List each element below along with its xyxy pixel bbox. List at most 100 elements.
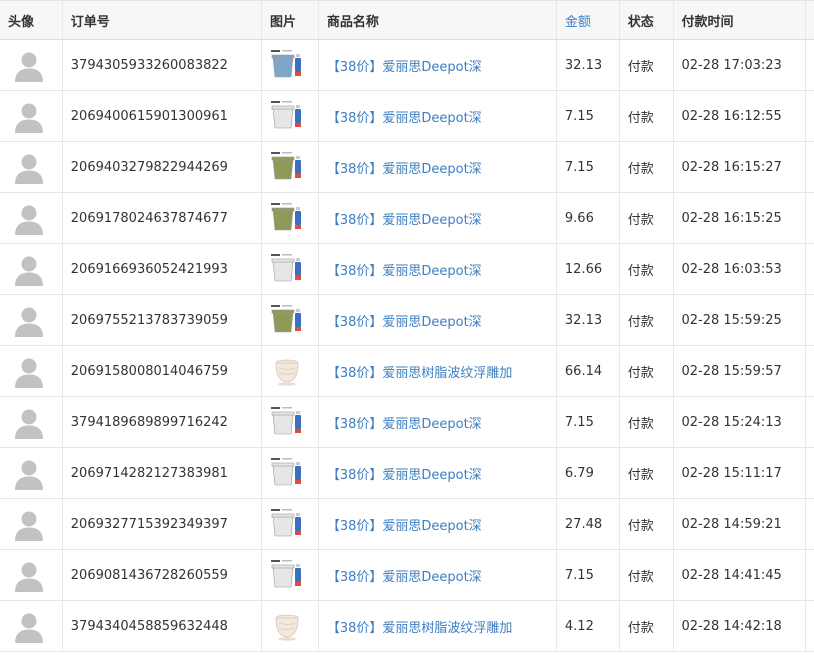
row-spacer [805, 346, 814, 396]
product-thumbnail[interactable] [270, 150, 305, 184]
product-thumbnail[interactable] [270, 405, 305, 439]
avatar [12, 558, 46, 592]
table-header: 头像 订单号 图片 商品名称 金额 状态 付款时间 [0, 0, 814, 40]
product-thumbnail[interactable] [270, 252, 305, 286]
product-thumbnail-icon[interactable] [270, 456, 305, 490]
amount: 7.15 [555, 91, 619, 141]
product-thumbnail-cell[interactable] [261, 142, 318, 192]
row-spacer [805, 295, 814, 345]
product-thumbnail-icon[interactable] [270, 99, 305, 133]
product-link[interactable]: 【38价】爱丽思树脂波纹浮雕加 [327, 362, 513, 381]
order-id[interactable]: 2069158008014046759 [61, 346, 261, 396]
product-thumbnail[interactable] [270, 48, 305, 82]
user-silhouette-icon [12, 456, 46, 490]
status: 付款 [618, 346, 673, 396]
product-link[interactable]: 【38价】爱丽思Deepot深 [327, 464, 482, 483]
amount: 27.48 [555, 499, 619, 549]
product-thumbnail[interactable] [270, 558, 305, 592]
table-row: 2069403279822944269 【38价】爱丽思Deepot深 7.15… [0, 142, 814, 193]
user-silhouette-icon [12, 609, 46, 643]
order-id[interactable]: 3794305933260083822 [61, 40, 261, 90]
row-spacer [805, 40, 814, 90]
order-id[interactable]: 2069327715392349397 [61, 499, 261, 549]
amount: 12.66 [555, 244, 619, 294]
product-thumbnail[interactable] [270, 303, 305, 337]
row-spacer [805, 397, 814, 447]
status: 付款 [618, 91, 673, 141]
avatar [12, 201, 46, 235]
product-thumbnail-cell[interactable] [261, 550, 318, 600]
order-id[interactable]: 2069714282127383981 [61, 448, 261, 498]
product-thumbnail-icon[interactable] [270, 405, 305, 439]
order-id[interactable]: 2069755213783739059 [61, 295, 261, 345]
status: 付款 [618, 244, 673, 294]
order-id[interactable]: 3794340458859632448 [61, 601, 261, 651]
product-link[interactable]: 【38价】爱丽思树脂波纹浮雕加 [327, 617, 513, 636]
product-thumbnail-cell[interactable] [261, 499, 318, 549]
row-spacer [805, 550, 814, 600]
pay-time: 02-28 16:15:27 [672, 142, 806, 192]
product-thumbnail-icon[interactable] [270, 201, 305, 235]
avatar [12, 150, 46, 184]
product-link[interactable]: 【38价】爱丽思Deepot深 [327, 56, 482, 75]
user-silhouette-icon [12, 354, 46, 388]
product-thumbnail-icon[interactable] [270, 48, 305, 82]
product-thumbnail[interactable] [270, 609, 305, 643]
header-spacer [805, 1, 814, 39]
product-thumbnail-cell[interactable] [261, 601, 318, 651]
product-link[interactable]: 【38价】爱丽思Deepot深 [327, 107, 482, 126]
product-thumbnail-cell[interactable] [261, 448, 318, 498]
header-order-id[interactable]: 订单号 [61, 1, 261, 39]
table-row: 2069158008014046759 【38价】爱丽思树脂波纹浮雕加 66.1… [0, 346, 814, 397]
product-thumbnail-icon[interactable] [270, 303, 305, 337]
product-thumbnail-cell[interactable] [261, 295, 318, 345]
product-thumbnail-cell[interactable] [261, 91, 318, 141]
product-link[interactable]: 【38价】爱丽思Deepot深 [327, 566, 482, 585]
avatar-cell [0, 448, 62, 498]
pay-time: 02-28 16:03:53 [672, 244, 806, 294]
product-thumbnail-icon[interactable] [270, 354, 305, 388]
product-thumbnail-icon[interactable] [270, 558, 305, 592]
product-name-cell: 【38价】爱丽思Deepot深 [317, 397, 556, 447]
amount: 7.15 [555, 142, 619, 192]
product-thumbnail[interactable] [270, 354, 305, 388]
product-thumbnail[interactable] [270, 456, 305, 490]
header-pay-time[interactable]: 付款时间 [672, 1, 806, 39]
order-id[interactable]: 2069166936052421993 [61, 244, 261, 294]
order-id[interactable]: 2069081436728260559 [61, 550, 261, 600]
product-thumbnail-icon[interactable] [270, 252, 305, 286]
status: 付款 [618, 601, 673, 651]
status: 付款 [618, 142, 673, 192]
user-silhouette-icon [12, 303, 46, 337]
product-thumbnail[interactable] [270, 201, 305, 235]
product-thumbnail-icon[interactable] [270, 507, 305, 541]
order-id[interactable]: 3794189689899716242 [61, 397, 261, 447]
order-id[interactable]: 2069400615901300961 [61, 91, 261, 141]
product-link[interactable]: 【38价】爱丽思Deepot深 [327, 260, 482, 279]
product-link[interactable]: 【38价】爱丽思Deepot深 [327, 158, 482, 177]
product-thumbnail-icon[interactable] [270, 609, 305, 643]
product-thumbnail-icon[interactable] [270, 150, 305, 184]
order-id[interactable]: 2069178024637874677 [61, 193, 261, 243]
table-row: 2069714282127383981 【38价】爱丽思Deepot深 6.79… [0, 448, 814, 499]
table-row: 3794189689899716242 【38价】爱丽思Deepot深 7.15… [0, 397, 814, 448]
product-thumbnail-cell[interactable] [261, 40, 318, 90]
pay-time: 02-28 14:41:45 [672, 550, 806, 600]
row-spacer [805, 448, 814, 498]
product-thumbnail[interactable] [270, 99, 305, 133]
product-thumbnail-cell[interactable] [261, 193, 318, 243]
header-amount-sort[interactable]: 金额 [555, 1, 619, 39]
product-thumbnail-cell[interactable] [261, 397, 318, 447]
user-silhouette-icon [12, 405, 46, 439]
product-name-cell: 【38价】爱丽思Deepot深 [317, 499, 556, 549]
product-link[interactable]: 【38价】爱丽思Deepot深 [327, 515, 482, 534]
order-id[interactable]: 2069403279822944269 [61, 142, 261, 192]
table-row: 2069755213783739059 【38价】爱丽思Deepot深 32.1… [0, 295, 814, 346]
product-link[interactable]: 【38价】爱丽思Deepot深 [327, 311, 482, 330]
product-thumbnail-cell[interactable] [261, 244, 318, 294]
product-thumbnail-cell[interactable] [261, 346, 318, 396]
product-link[interactable]: 【38价】爱丽思Deepot深 [327, 413, 482, 432]
product-link[interactable]: 【38价】爱丽思Deepot深 [327, 209, 482, 228]
product-thumbnail[interactable] [270, 507, 305, 541]
status: 付款 [618, 448, 673, 498]
